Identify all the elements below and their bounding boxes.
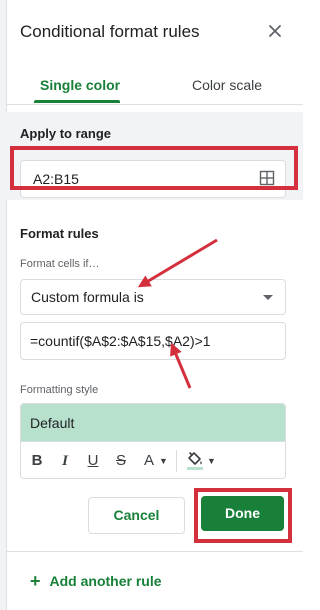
- italic-button[interactable]: I: [57, 451, 73, 471]
- footer-divider: [6, 551, 303, 552]
- range-highlight-frame: [10, 146, 298, 190]
- fill-color-icon[interactable]: [185, 449, 205, 471]
- formatting-style-box: Default B I U S A ▼ ▼: [20, 403, 286, 479]
- style-preset-default[interactable]: Default: [21, 404, 285, 441]
- style-preview-text: Default: [30, 415, 75, 431]
- text-color-button[interactable]: A: [141, 451, 157, 471]
- strikethrough-button[interactable]: S: [113, 451, 129, 471]
- active-tab-indicator: [34, 100, 120, 103]
- formula-value[interactable]: =countif($A$2:$A$15,$A2)>1: [30, 333, 211, 349]
- cancel-button[interactable]: Cancel: [88, 497, 185, 534]
- format-cells-if-label: Format cells if…: [20, 258, 100, 270]
- condition-select[interactable]: Custom formula is: [20, 279, 286, 315]
- dropdown-caret-icon: [263, 295, 273, 300]
- bold-button[interactable]: B: [29, 451, 45, 471]
- tab-color-scale[interactable]: Color scale: [192, 77, 262, 93]
- plus-icon: +: [30, 571, 41, 591]
- formula-input[interactable]: =countif($A$2:$A$15,$A2)>1: [20, 322, 286, 360]
- toolbar-divider: [176, 450, 177, 472]
- apply-to-range-label: Apply to range: [20, 126, 112, 141]
- done-highlight-frame: [194, 488, 292, 543]
- condition-value: Custom formula is: [31, 289, 144, 305]
- style-toolbar: B I U S A ▼ ▼: [21, 441, 285, 478]
- format-rules-label: Format rules: [20, 226, 99, 241]
- close-icon[interactable]: [266, 22, 284, 40]
- tabs-divider: [6, 104, 303, 105]
- panel-title: Conditional format rules: [20, 22, 200, 41]
- add-another-rule-link[interactable]: + Add another rule: [30, 571, 162, 592]
- add-rule-label: Add another rule: [49, 573, 162, 589]
- sheet-edge: [0, 0, 7, 610]
- tab-single-color[interactable]: Single color: [40, 77, 120, 93]
- fill-color-caret-icon[interactable]: ▼: [207, 451, 216, 471]
- formatting-style-label: Formatting style: [20, 384, 99, 396]
- text-color-caret-icon[interactable]: ▼: [159, 451, 168, 471]
- underline-button[interactable]: U: [85, 451, 101, 471]
